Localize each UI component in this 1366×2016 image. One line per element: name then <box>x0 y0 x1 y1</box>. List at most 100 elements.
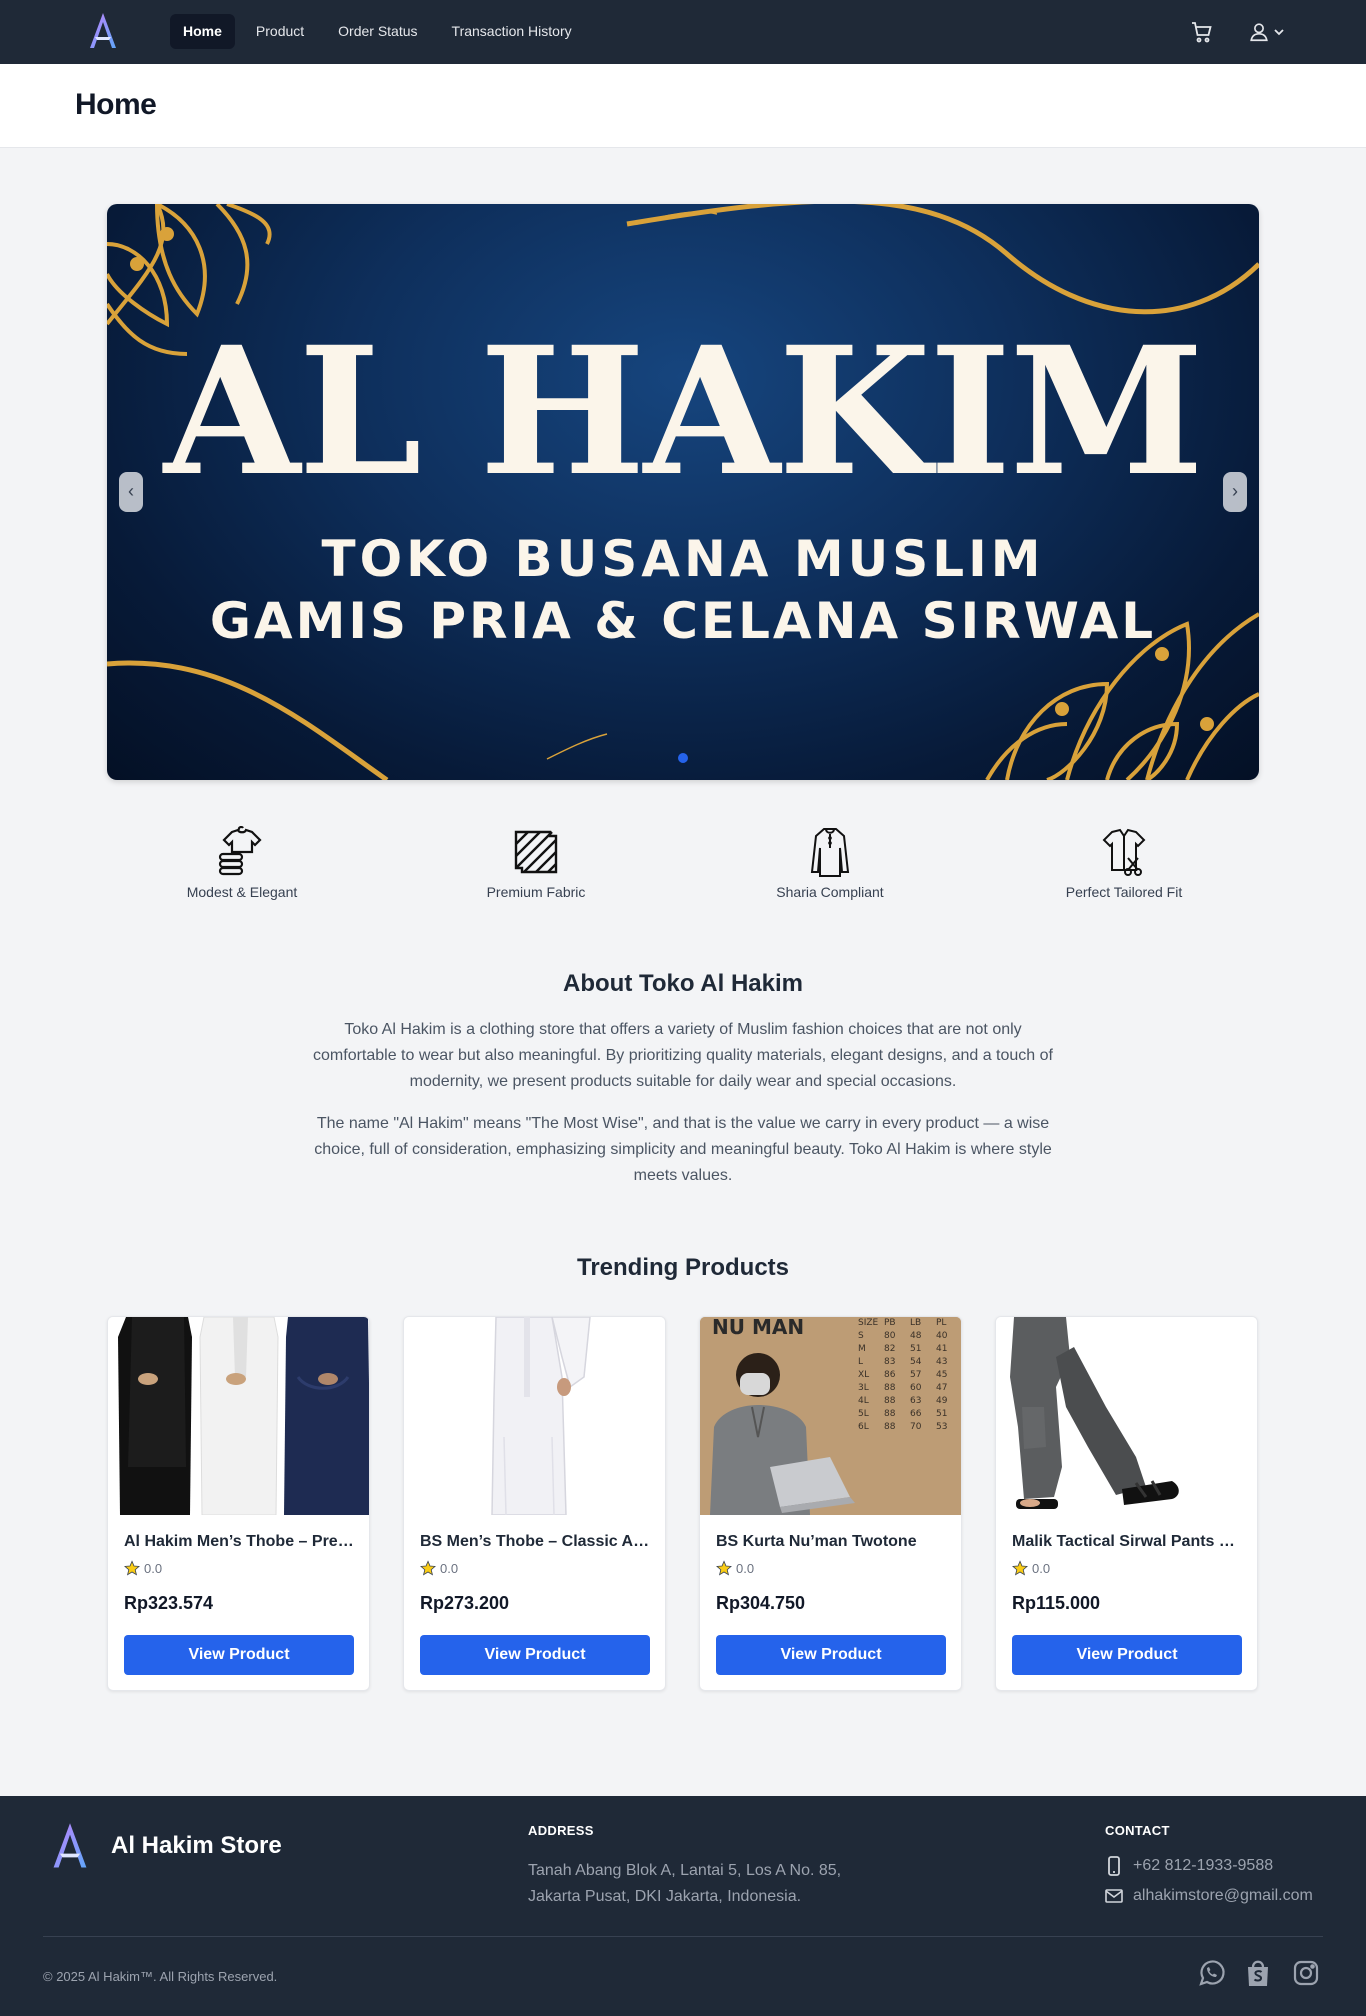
product-image[interactable]: NU MAN SIZE PB LB PL S 80 48 40 M 82 51 41 L 83 54… <box>700 1317 961 1515</box>
user-menu[interactable] <box>1248 20 1290 44</box>
product-image[interactable] <box>108 1317 370 1515</box>
product-price: Rp323.574 <box>124 1593 214 1613</box>
footer-logo-icon[interactable] <box>46 1818 94 1874</box>
banner-subtitle-1: TOKO BUSANA MUSLIM <box>321 530 1045 588</box>
navbar: Home Product Order Status Transaction Hi… <box>0 0 1366 64</box>
size-chart: SIZE PB LB PL S 80 48 40 M 82 51 41 L 83 54 43 XL 86 5… <box>858 1317 960 1434</box>
instagram-icon[interactable] <box>1291 1958 1321 1988</box>
size-chart-cell: XL <box>858 1370 870 1380</box>
product-name[interactable]: Al Hakim Men’s Thobe – Premium <box>124 1533 356 1551</box>
hero-carousel[interactable]: AL HAKIM TOKO BUSANA MUSLIM GAMIS PRIA &… <box>107 204 1259 780</box>
about-paragraph-2: The name "Al Hakim" means "The Most Wise… <box>314 1115 1052 1184</box>
view-product-button[interactable]: View Product <box>1012 1635 1242 1675</box>
fabric-icon <box>514 830 558 874</box>
feature-label: Perfect Tailored Fit <box>1065 884 1183 900</box>
size-chart-cell: M <box>858 1344 866 1354</box>
size-chart-cell: 63 <box>910 1396 922 1406</box>
contact-heading: CONTACT <box>1105 1823 1170 1838</box>
copyright: © 2025 Al Hakim™. All Rights Reserved. <box>43 1969 278 1984</box>
carousel-indicator-dot[interactable] <box>678 753 688 763</box>
product-card[interactable]: Al Hakim Men’s Thobe – Premium 0.0 Rp323… <box>107 1316 370 1691</box>
product-card[interactable]: BS Men’s Thobe – Classic Arab 0.0 Rp273.… <box>403 1316 666 1691</box>
nav-home[interactable]: Home <box>170 14 235 49</box>
logo-icon[interactable] <box>84 10 122 52</box>
size-chart-row: 6L 88 70 53 <box>858 1421 960 1434</box>
contact-phone[interactable]: +62 812-1933-9588 <box>1105 1856 1273 1876</box>
size-chart-rows: S 80 48 40 M 82 51 41 L 83 54 43 XL 86 57 45 3L 88 60 47 4L 8… <box>858 1330 960 1434</box>
product-name[interactable]: BS Kurta Nu’man Twotone <box>716 1533 948 1551</box>
trending-title: Trending Products <box>576 1254 789 1281</box>
product-rating: 0.0 <box>716 1560 754 1576</box>
size-chart-cell: 6L <box>858 1422 869 1432</box>
cart-icon[interactable] <box>1190 20 1214 44</box>
star-icon <box>1012 1560 1028 1576</box>
size-chart-cell: 48 <box>910 1331 922 1341</box>
size-chart-cell: 53 <box>936 1422 948 1432</box>
size-chart-cell: 60 <box>910 1383 922 1393</box>
rating-value: 0.0 <box>736 1560 755 1576</box>
whatsapp-icon[interactable] <box>1196 1958 1226 1988</box>
email-address: alhakimstore@gmail.com <box>1133 1887 1313 1904</box>
size-chart-col: PB <box>884 1318 896 1328</box>
contact-email[interactable]: alhakimstore@gmail.com <box>1105 1887 1313 1905</box>
image-brand-text: NU MAN <box>712 1317 805 1339</box>
about-title: About Toko Al Hakim <box>563 970 803 997</box>
product-name[interactable]: BS Men’s Thobe – Classic Arab <box>420 1533 652 1551</box>
size-chart-row: XL 86 57 45 <box>858 1369 960 1382</box>
size-chart-row: 4L 88 63 49 <box>858 1395 960 1408</box>
size-chart-cell: 70 <box>910 1422 922 1432</box>
size-chart-cell: 88 <box>884 1396 896 1406</box>
size-chart-cell: 80 <box>884 1331 896 1341</box>
size-chart-cell: 88 <box>884 1422 896 1432</box>
address-heading: ADDRESS <box>528 1823 594 1838</box>
size-chart-cell: L <box>858 1357 864 1367</box>
robe-icon <box>810 828 850 877</box>
star-icon <box>716 1560 732 1576</box>
view-product-button[interactable]: View Product <box>420 1635 650 1675</box>
star-icon <box>124 1560 140 1576</box>
product-price: Rp304.750 <box>716 1593 806 1613</box>
product-card[interactable]: NU MAN SIZE PB LB PL S 80 48 40 M 82 51 41 L 83 54… <box>699 1316 962 1691</box>
size-chart-col: PL <box>936 1318 947 1328</box>
nav-product[interactable]: Product <box>243 14 317 49</box>
nav-transaction-history[interactable]: Transaction History <box>439 14 585 49</box>
size-chart-cell: 88 <box>884 1383 896 1393</box>
address-text: Tanah Abang Blok A, Lantai 5, Los A No. … <box>528 1862 842 1905</box>
view-product-button[interactable]: View Product <box>124 1635 354 1675</box>
size-chart-cell: 41 <box>936 1344 948 1354</box>
tailor-icon <box>1102 828 1146 876</box>
phone-icon <box>1108 1856 1120 1876</box>
banner-title: AL HAKIM <box>163 308 1205 515</box>
page-title: Home <box>75 88 157 121</box>
carousel-prev-button[interactable]: ‹ <box>119 472 143 512</box>
shopee-icon[interactable] <box>1243 1958 1273 1988</box>
size-chart-cell: 66 <box>910 1409 922 1419</box>
size-chart-cell: 43 <box>936 1357 948 1367</box>
rating-value: 0.0 <box>440 1560 459 1576</box>
about-paragraph-1: Toko Al Hakim is a clothing store that o… <box>313 1021 1053 1090</box>
size-chart-cell: 51 <box>910 1344 922 1354</box>
size-chart-cell: 5L <box>858 1409 869 1419</box>
carousel-next-button[interactable]: › <box>1223 472 1247 512</box>
product-image[interactable] <box>404 1317 666 1515</box>
rating-value: 0.0 <box>1032 1560 1051 1576</box>
product-name[interactable]: Malik Tactical Sirwal Pants Premium <box>1012 1533 1244 1551</box>
size-chart-row: S 80 48 40 <box>858 1330 960 1343</box>
size-chart-col: SIZE <box>858 1318 879 1328</box>
rating-value: 0.0 <box>144 1560 163 1576</box>
size-chart-cell: 82 <box>884 1344 896 1354</box>
size-chart-cell: 57 <box>910 1370 922 1380</box>
feature-label: Modest & Elegant <box>186 884 298 900</box>
size-chart-cell: 83 <box>884 1357 896 1367</box>
size-chart-cell: 45 <box>936 1370 948 1380</box>
size-chart-cell: 51 <box>936 1409 948 1419</box>
size-chart-cell: 88 <box>884 1409 896 1419</box>
size-chart-cell: 3L <box>858 1383 869 1393</box>
nav-order-status[interactable]: Order Status <box>325 14 430 49</box>
view-product-button[interactable]: View Product <box>716 1635 946 1675</box>
product-card[interactable]: Malik Tactical Sirwal Pants Premium 0.0 … <box>995 1316 1258 1691</box>
product-price: Rp115.000 <box>1012 1593 1101 1613</box>
product-image[interactable] <box>996 1317 1258 1515</box>
size-chart-header: SIZE PB LB PL <box>858 1317 960 1330</box>
size-chart-cell: 54 <box>910 1357 922 1367</box>
